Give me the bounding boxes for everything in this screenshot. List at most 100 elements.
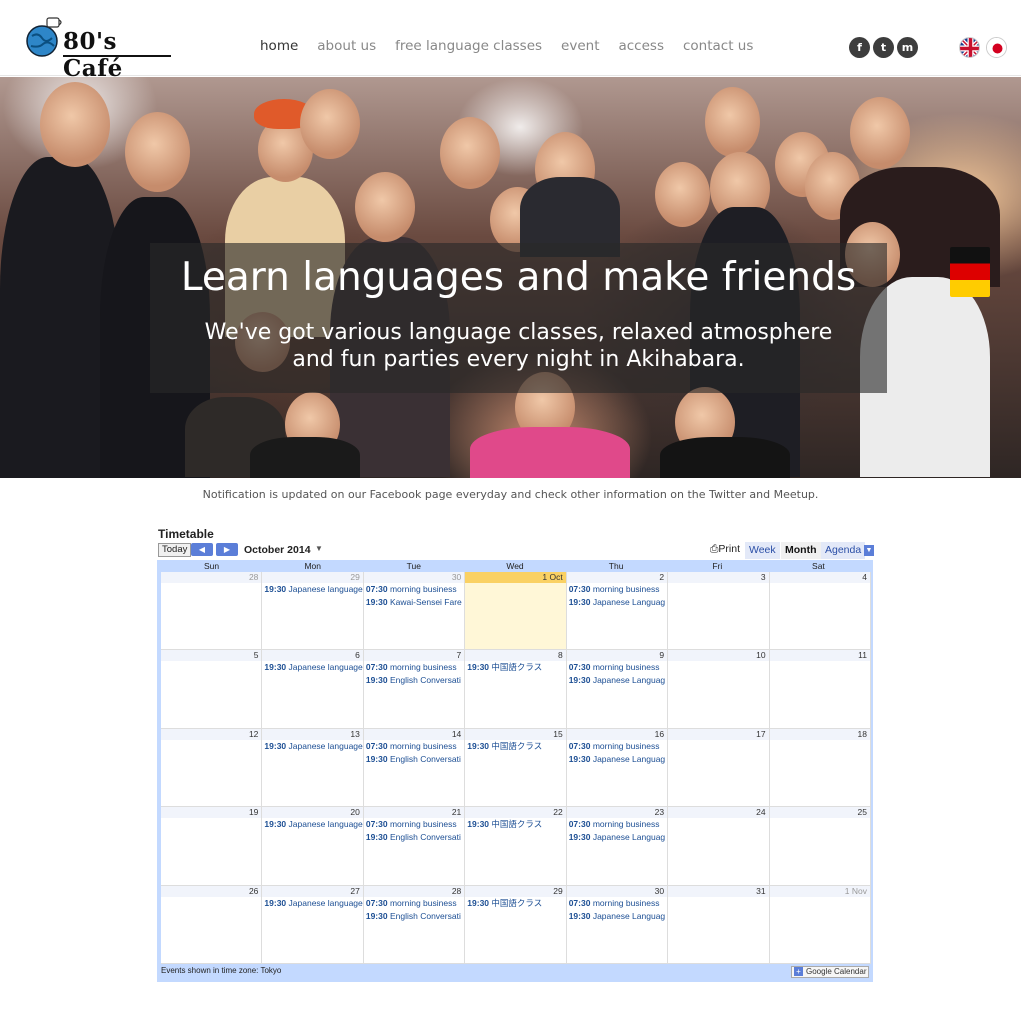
calendar-day-cell[interactable]: 3	[668, 572, 770, 651]
calendar-event[interactable]: 07:30 morning business	[364, 818, 464, 831]
nav-event[interactable]: event	[561, 38, 599, 54]
next-month-button[interactable]: ▶	[216, 543, 238, 556]
twitter-icon[interactable]: t	[873, 37, 894, 58]
calendar-day-cell[interactable]: 28 07:30 morning business 19:30 English Co…	[363, 885, 466, 964]
today-button[interactable]: Today	[158, 543, 192, 557]
chevron-down-icon[interactable]: ▼	[315, 544, 323, 553]
calendar-day-cell[interactable]: 12	[161, 728, 263, 808]
calendar-event[interactable]: 19:30 Japanese language	[262, 740, 362, 753]
day-number[interactable]: 22	[465, 807, 566, 819]
day-number[interactable]: 17	[668, 728, 769, 740]
calendar-event[interactable]: 07:30 morning business	[364, 897, 464, 910]
calendar-event[interactable]: 19:30 Japanese Languag	[567, 910, 667, 923]
tab-month[interactable]: Month	[781, 542, 821, 559]
day-number[interactable]: 10	[668, 650, 769, 662]
day-number[interactable]: 28	[363, 885, 465, 897]
calendar-day-cell[interactable]: 17	[668, 728, 770, 808]
day-number[interactable]: 28	[161, 572, 262, 583]
calendar-event[interactable]: 07:30 morning business	[364, 740, 464, 753]
tab-week[interactable]: Week	[745, 542, 780, 559]
calendar-day-cell[interactable]: 11	[769, 650, 871, 729]
calendar-event[interactable]: 19:30 English Conversati	[364, 910, 464, 923]
calendar-event[interactable]: 07:30 morning business	[567, 740, 667, 753]
day-number[interactable]: 26	[161, 885, 262, 897]
day-number[interactable]: 5	[161, 650, 262, 662]
day-number[interactable]: 11	[769, 650, 870, 662]
calendar-event[interactable]: 19:30 Japanese language	[262, 583, 362, 596]
calendar-event[interactable]: 19:30 Japanese language	[262, 897, 362, 910]
calendar-event[interactable]: 19:30 English Conversati	[364, 674, 464, 687]
calendar-day-cell[interactable]: 8 19:30 中国語クラス	[465, 650, 567, 729]
calendar-event[interactable]: 07:30 morning business	[567, 583, 667, 596]
calendar-day-cell[interactable]: 14 07:30 morning business 19:30 English Co…	[363, 728, 466, 808]
calendar-day-cell[interactable]: 10	[668, 650, 770, 729]
calendar-day-cell[interactable]: 27 19:30 Japanese language	[262, 885, 364, 964]
calendar-event[interactable]: 19:30 中国語クラス	[465, 740, 565, 753]
day-number[interactable]: 21	[363, 807, 465, 819]
calendar-event[interactable]: 19:30 Japanese Languag	[567, 831, 667, 844]
calendar-event[interactable]: 07:30 morning business	[364, 583, 464, 596]
day-number[interactable]: 19	[161, 807, 262, 819]
calendar-event[interactable]: 19:30 Japanese Languag	[567, 674, 667, 687]
calendar-event[interactable]: 19:30 中国語クラス	[465, 818, 565, 831]
nav-access[interactable]: access	[618, 38, 664, 54]
calendar-event[interactable]: 07:30 morning business	[567, 897, 667, 910]
day-number[interactable]: 31	[668, 885, 769, 897]
calendar-event[interactable]: 19:30 中国語クラス	[465, 661, 565, 674]
nav-contact-us[interactable]: contact us	[683, 38, 753, 54]
view-dropdown-icon[interactable]: ▼	[864, 545, 874, 556]
day-number[interactable]: 20	[262, 807, 363, 819]
calendar-event[interactable]: 19:30 中国語クラス	[465, 897, 565, 910]
uk-flag-icon[interactable]	[959, 37, 980, 58]
google-calendar-button[interactable]: Google Calendar	[791, 966, 869, 978]
day-number[interactable]: 13	[262, 728, 363, 740]
day-number[interactable]: 30	[363, 572, 465, 583]
calendar-day-cell[interactable]: 22 19:30 中国語クラス	[465, 807, 567, 886]
calendar-day-cell[interactable]: 1 Oct	[465, 572, 567, 651]
calendar-day-cell[interactable]: 15 19:30 中国語クラス	[465, 728, 567, 808]
calendar-day-cell[interactable]: 23 07:30 morning business 19:30 Japanese L…	[566, 807, 669, 886]
calendar-day-cell[interactable]: 31	[668, 885, 770, 964]
calendar-day-cell[interactable]: 30 07:30 morning business 19:30 Kawai-Sens…	[363, 572, 466, 651]
tab-agenda[interactable]: Agenda	[821, 542, 866, 559]
day-number[interactable]: 9	[566, 650, 668, 662]
calendar-event[interactable]: 07:30 morning business	[364, 661, 464, 674]
calendar-day-cell[interactable]: 19	[161, 807, 263, 886]
calendar-day-cell[interactable]: 29 19:30 中国語クラス	[465, 885, 567, 964]
day-number[interactable]: 8	[465, 650, 566, 662]
calendar-event[interactable]: 07:30 morning business	[567, 818, 667, 831]
day-number[interactable]: 4	[769, 572, 870, 583]
calendar-event[interactable]: 19:30 English Conversati	[364, 753, 464, 766]
calendar-day-cell[interactable]: 9 07:30 morning business 19:30 Japanese La…	[566, 650, 669, 729]
day-number[interactable]: 14	[363, 728, 465, 740]
day-number[interactable]: 12	[161, 728, 262, 740]
calendar-day-cell[interactable]: 7 07:30 morning business 19:30 English Con…	[363, 650, 466, 729]
calendar-day-cell[interactable]: 26	[161, 885, 263, 964]
calendar-event[interactable]: 07:30 morning business	[567, 661, 667, 674]
calendar-day-cell[interactable]: 20 19:30 Japanese language	[262, 807, 364, 886]
calendar-day-cell[interactable]: 25	[769, 807, 871, 886]
day-number[interactable]: 3	[668, 572, 769, 583]
nav-free-language-classes[interactable]: free language classes	[395, 38, 542, 54]
calendar-day-cell[interactable]: 21 07:30 morning business 19:30 English Co…	[363, 807, 466, 886]
site-logo[interactable]: 80's Café	[25, 14, 175, 82]
day-number[interactable]: 6	[262, 650, 363, 662]
day-number[interactable]: 7	[363, 650, 465, 662]
print-button[interactable]: ⎙Print	[710, 543, 740, 556]
calendar-event[interactable]: 19:30 Japanese language	[262, 661, 362, 674]
day-number[interactable]: 29	[465, 885, 566, 897]
day-number[interactable]: 2	[566, 572, 668, 583]
nav-home[interactable]: home	[260, 38, 298, 54]
facebook-icon[interactable]: f	[849, 37, 870, 58]
calendar-day-cell[interactable]: 30 07:30 morning business 19:30 Japanese L…	[566, 885, 669, 964]
prev-month-button[interactable]: ◀	[191, 543, 213, 556]
day-number[interactable]: 24	[668, 807, 769, 819]
calendar-event[interactable]: 19:30 Japanese language	[262, 818, 362, 831]
calendar-day-cell[interactable]: 5	[161, 650, 263, 729]
calendar-day-cell[interactable]: 24	[668, 807, 770, 886]
japan-flag-icon[interactable]	[986, 37, 1007, 58]
day-number[interactable]: 16	[566, 728, 668, 740]
day-number[interactable]: 29	[262, 572, 363, 583]
calendar-day-cell[interactable]: 1 Nov	[769, 885, 871, 964]
calendar-day-cell[interactable]: 18	[769, 728, 871, 808]
